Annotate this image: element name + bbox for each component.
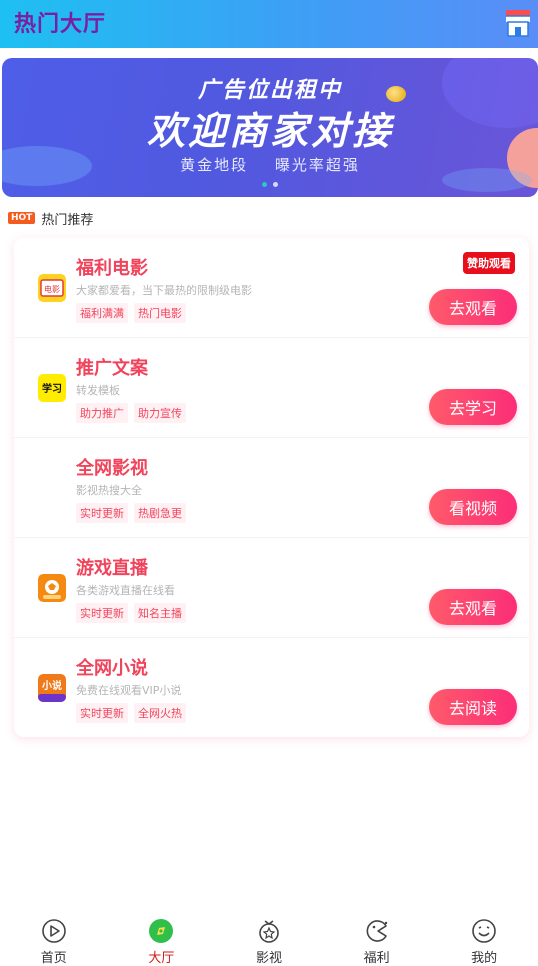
item-desc: 转发模板 <box>76 384 120 397</box>
view-video-button[interactable]: 看视频 <box>429 489 517 525</box>
item-desc: 免费在线观看VIP小说 <box>76 684 182 697</box>
tab-welfare[interactable]: 福利 <box>323 915 431 966</box>
item-tag: 知名主播 <box>134 603 186 623</box>
list-item-video[interactable]: 全网影视 影视热搜大全 实时更新 热剧急更 看视频 <box>14 438 529 538</box>
banner-dot[interactable] <box>273 182 278 187</box>
novel-icon: 小说 <box>38 674 66 702</box>
tab-label: 我的 <box>471 951 498 966</box>
item-tags: 实时更新 全网火热 <box>76 703 192 723</box>
banner-tagline-left: 黄金地段 <box>180 156 249 174</box>
banner-dot[interactable] <box>262 182 267 187</box>
movie-icon: 电影 <box>38 274 66 302</box>
item-tag: 助力推广 <box>76 403 128 423</box>
item-tag: 热门电影 <box>134 303 186 323</box>
movie-icon-text: 电影 <box>44 284 60 294</box>
banner-line2: 欢迎商家对接 <box>146 109 393 153</box>
tab-home[interactable]: 首页 <box>0 915 108 966</box>
sponsor-badge: 赞助观看 <box>463 252 515 274</box>
item-name: 福利电影 <box>76 258 148 279</box>
item-tags: 助力推广 助力宣传 <box>76 403 192 423</box>
item-tags: 实时更新 热剧急更 <box>76 503 192 523</box>
game-live-icon <box>38 574 66 602</box>
recommend-list: 电影 福利电影 大家都爱看，当下最热的限制级电影 福利满满 热门电影 赞助观看 … <box>14 238 529 737</box>
study-icon-text: 学习 <box>42 382 62 395</box>
item-name: 游戏直播 <box>76 558 148 579</box>
section-header: HOT 热门推荐 <box>8 208 93 228</box>
read-button[interactable]: 去阅读 <box>429 689 517 725</box>
top-bar: 热门大厅 <box>0 0 538 48</box>
section-title: 热门推荐 <box>41 212 94 228</box>
ad-banner[interactable]: 广告位出租中 欢迎商家对接 黄金地段 曝光率超强 <box>2 58 538 197</box>
item-tags: 福利满满 热门电影 <box>76 303 192 323</box>
item-desc: 大家都爱看，当下最热的限制级电影 <box>76 284 252 297</box>
list-item-novel[interactable]: 小说 全网小说 免费在线观看VIP小说 实时更新 全网火热 去阅读 <box>14 638 529 738</box>
item-tag: 全网火热 <box>134 703 186 723</box>
tab-label: 首页 <box>40 951 67 966</box>
watch-button[interactable]: 去观看 <box>429 289 517 325</box>
list-item-copywriting[interactable]: 学习 推广文案 转发模板 助力推广 助力宣传 去学习 <box>14 338 529 438</box>
novel-icon-text: 小说 <box>41 679 62 692</box>
banner-tagline-right: 曝光率超强 <box>274 156 360 174</box>
item-desc: 各类游戏直播在线看 <box>76 584 175 597</box>
item-tags: 实时更新 知名主播 <box>76 603 192 623</box>
watch-button[interactable]: 去观看 <box>429 589 517 625</box>
tab-label: 福利 <box>363 951 390 966</box>
item-name: 全网小说 <box>76 658 148 679</box>
tab-hall[interactable]: 大厅 <box>108 915 216 966</box>
tab-mine[interactable]: 我的 <box>430 915 538 966</box>
list-item-game-live[interactable]: 游戏直播 各类游戏直播在线看 实时更新 知名主播 去观看 <box>14 538 529 638</box>
item-name: 推广文案 <box>76 358 148 379</box>
film-icon <box>259 920 279 943</box>
item-tag: 福利满满 <box>76 303 128 323</box>
hot-badge: HOT <box>8 212 36 224</box>
item-tag: 实时更新 <box>76 603 128 623</box>
item-name: 全网影视 <box>76 458 148 479</box>
item-tag: 助力宣传 <box>134 403 186 423</box>
tab-label: 大厅 <box>148 951 175 966</box>
tab-label: 影视 <box>255 951 282 966</box>
item-tag: 实时更新 <box>76 503 128 523</box>
list-item-movie[interactable]: 电影 福利电影 大家都爱看，当下最热的限制级电影 福利满满 热门电影 赞助观看 … <box>14 238 529 338</box>
page-title: 热门大厅 <box>14 12 107 37</box>
hall-icon <box>149 919 174 943</box>
gift-face-icon <box>366 920 387 942</box>
item-tag: 实时更新 <box>76 703 128 723</box>
item-desc: 影视热搜大全 <box>76 484 142 497</box>
study-button[interactable]: 去学习 <box>429 389 517 425</box>
banner-tagline: 黄金地段 曝光率超强 <box>2 154 538 175</box>
shop-icon[interactable] <box>504 8 532 38</box>
smile-icon <box>472 919 496 943</box>
study-icon: 学习 <box>38 374 66 402</box>
tab-film[interactable]: 影视 <box>215 915 323 966</box>
banner-dots <box>2 182 538 187</box>
bottom-tab-bar: 首页 大厅 影视 福利 我的 <box>0 915 538 966</box>
item-tag: 热剧急更 <box>134 503 186 523</box>
play-circle-icon <box>41 919 66 943</box>
